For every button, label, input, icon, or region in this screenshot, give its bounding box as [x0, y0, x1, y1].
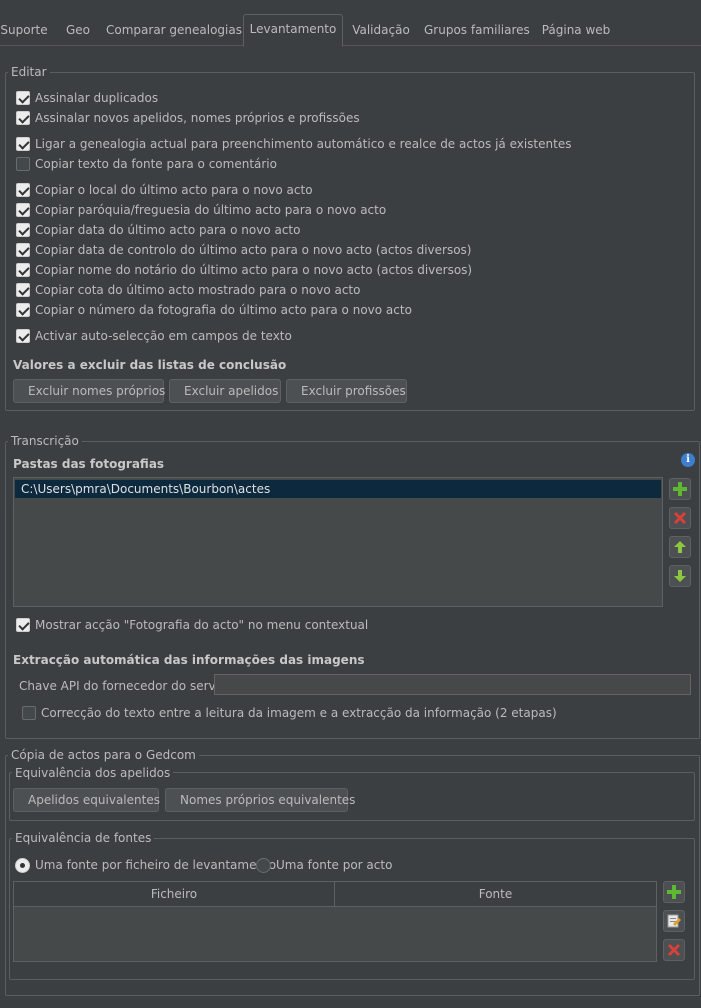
add-source-button[interactable] [663, 881, 685, 903]
checkbox-icon[interactable] [16, 137, 30, 151]
editar-title: Editar [8, 65, 50, 79]
api-key-label: Chave API do fornecedor do serviço [19, 679, 233, 693]
tab-validacao[interactable]: Validação [348, 16, 414, 46]
edit-source-button[interactable] [663, 910, 685, 932]
checkbox-auto-seleccao[interactable]: Activar auto-selecção em campos de texto [16, 328, 292, 344]
folders-heading: Pastas das fotografias [13, 457, 165, 471]
checkbox-copiar-numero-fotografia[interactable]: Copiar o número da fotografia do último … [16, 302, 412, 318]
column-header-ficheiro[interactable]: Ficheiro [14, 882, 335, 907]
transcricao-title: Transcrição [8, 434, 82, 448]
checkbox-copiar-data[interactable]: Copiar data do último acto para o novo a… [16, 222, 300, 238]
checkbox-icon[interactable] [16, 91, 30, 105]
tab-grupos-familiares[interactable]: Grupos familiares [424, 16, 530, 46]
plus-icon [673, 482, 687, 496]
tab-pagina-web[interactable]: Página web [538, 16, 614, 46]
radio-fonte-por-acto[interactable]: Uma fonte por acto [256, 857, 392, 873]
sources-title: Equivalência de fontes [12, 831, 155, 845]
checkbox-assinalar-duplicados[interactable]: Assinalar duplicados [16, 90, 158, 106]
arrow-down-icon [674, 570, 686, 582]
excluir-apelidos-button[interactable]: Excluir apelidos [169, 379, 281, 403]
checkbox-icon[interactable] [16, 223, 30, 237]
checkbox-icon[interactable] [16, 183, 30, 197]
nomes-proprios-equivalentes-button[interactable]: Nomes próprios equivalentes [165, 788, 355, 812]
extract-heading: Extracção automática das informações das… [13, 653, 365, 667]
checkbox-icon[interactable] [16, 157, 30, 171]
checkbox-copiar-paroquia[interactable]: Copiar paróquia/freguesia do último acto… [16, 202, 386, 218]
checkbox-copiar-texto-fonte[interactable]: Copiar texto da fonte para o comentário [16, 156, 277, 172]
radio-icon[interactable] [256, 857, 271, 873]
delete-icon [673, 511, 687, 525]
api-key-input[interactable] [214, 674, 691, 695]
checkbox-mostrar-accao[interactable]: Mostrar acção "Fotografia do acto" no me… [16, 617, 368, 633]
checkbox-icon[interactable] [16, 203, 30, 217]
arrow-up-icon [674, 541, 686, 553]
folders-list[interactable]: C:\Users\pmra\Documents\Bourbon\actes [13, 477, 663, 607]
apelidos-equivalentes-button[interactable]: Apelidos equivalentes [13, 788, 160, 812]
list-item[interactable]: C:\Users\pmra\Documents\Bourbon\actes [15, 480, 661, 498]
column-header-fonte[interactable]: Fonte [335, 882, 656, 907]
tab-comparar-genealogias[interactable]: Comparar genealogias [106, 16, 242, 46]
checkbox-assinalar-novos[interactable]: Assinalar novos apelidos, nomes próprios… [16, 110, 360, 126]
delete-icon [667, 943, 681, 957]
radio-icon[interactable] [15, 857, 30, 873]
plus-icon [667, 885, 681, 899]
exclude-heading: Valores a excluir das listas de conclusã… [13, 358, 287, 372]
remove-source-button[interactable] [663, 939, 685, 961]
gedcom-title: Cópia de actos para o Gedcom [8, 748, 199, 762]
checkbox-copiar-cota[interactable]: Copiar cota do último acto mostrado para… [16, 282, 360, 298]
checkbox-copiar-data-controlo[interactable]: Copiar data de controlo do último acto p… [16, 242, 471, 258]
checkbox-icon[interactable] [16, 263, 30, 277]
checkbox-icon[interactable] [16, 303, 30, 317]
checkbox-icon[interactable] [16, 283, 30, 297]
remove-folder-button[interactable] [669, 507, 691, 529]
checkbox-copiar-local[interactable]: Copiar o local do último acto para o nov… [16, 182, 313, 198]
checkbox-icon[interactable] [16, 618, 30, 632]
move-down-button[interactable] [669, 565, 691, 587]
surnames-title: Equivalência dos apelidos [12, 766, 174, 780]
checkbox-icon[interactable] [16, 111, 30, 125]
sources-table[interactable]: Ficheiro Fonte [13, 881, 657, 962]
add-folder-button[interactable] [669, 478, 691, 500]
tab-bar: Suporte Geo Comparar genealogias Levanta… [0, 0, 701, 47]
tab-levantamento[interactable]: Levantamento [243, 14, 343, 47]
checkbox-copiar-notario[interactable]: Copiar nome do notário do último acto pa… [16, 262, 472, 278]
checkbox-icon[interactable] [22, 706, 36, 720]
checkbox-icon[interactable] [16, 329, 30, 343]
edit-icon [667, 914, 681, 928]
table-header: Ficheiro Fonte [14, 882, 656, 907]
excluir-profissoes-button[interactable]: Excluir profissões [286, 379, 407, 403]
tab-suporte[interactable]: Suporte [0, 16, 48, 46]
radio-fonte-por-ficheiro[interactable]: Uma fonte por ficheiro de levantamento [15, 857, 276, 873]
move-up-button[interactable] [669, 536, 691, 558]
info-icon[interactable]: i [681, 453, 695, 467]
excluir-nomes-proprios-button[interactable]: Excluir nomes próprios [13, 379, 165, 403]
tab-geo[interactable]: Geo [58, 16, 98, 46]
checkbox-correccao-texto[interactable]: Correcção do texto entre a leitura da im… [22, 705, 557, 721]
checkbox-ligar-genealogia[interactable]: Ligar a genealogia actual para preenchim… [16, 136, 571, 152]
checkbox-icon[interactable] [16, 243, 30, 257]
